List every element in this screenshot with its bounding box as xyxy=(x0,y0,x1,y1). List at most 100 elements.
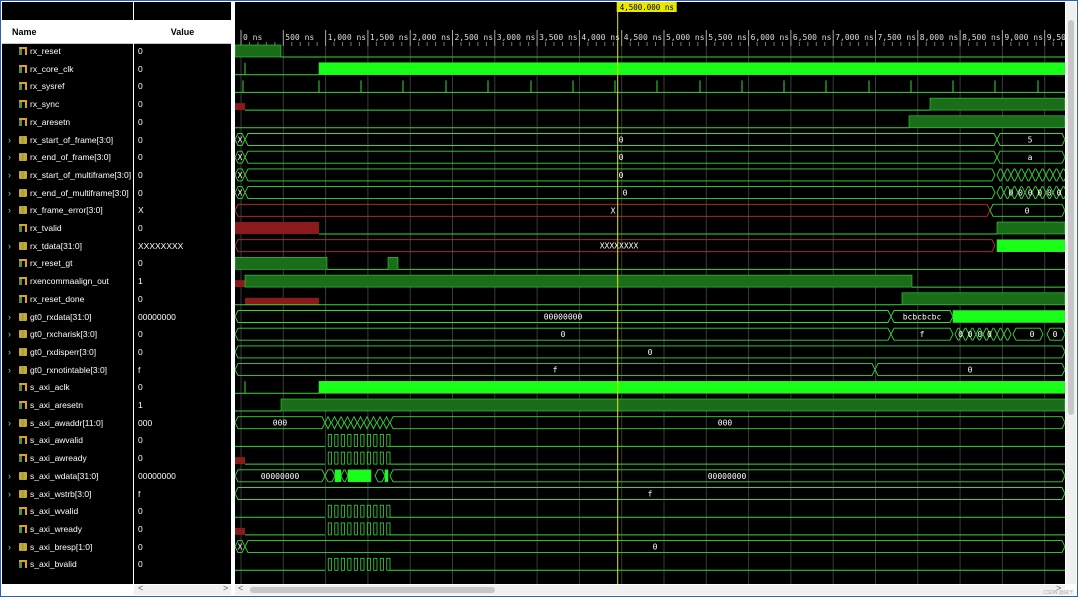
bus-signal-icon xyxy=(19,330,27,339)
expand-chevron-icon[interactable]: › xyxy=(8,415,11,432)
signal-row[interactable]: › gt0_rxdisperr[3:0] xyxy=(2,344,133,361)
bit-signal-icon xyxy=(19,383,27,392)
wave-segment xyxy=(235,257,328,270)
bus-value-label: X xyxy=(238,189,243,198)
signal-value: 0 xyxy=(138,523,143,534)
signal-row[interactable]: › s_axi_wdata[31:0] xyxy=(2,468,133,485)
signal-row[interactable]: s_axi_wvalid xyxy=(2,503,133,520)
signal-row[interactable]: rx_sysref xyxy=(2,78,133,95)
wave-segment xyxy=(350,415,358,430)
signal-row[interactable]: › rx_frame_error[3:0] xyxy=(2,202,133,219)
watermark: CSDN @威乐 xyxy=(1043,590,1074,596)
signal-row[interactable]: rx_reset_done xyxy=(2,291,133,308)
wave-segment xyxy=(235,103,245,111)
expand-chevron-icon[interactable]: › xyxy=(8,362,11,379)
expand-chevron-icon[interactable]: › xyxy=(8,326,11,343)
signal-row[interactable]: › rx_start_of_frame[3:0] xyxy=(2,132,133,149)
bus-signal-icon xyxy=(19,206,27,215)
wave-segment xyxy=(386,557,391,571)
signal-name: rx_tdata[31:0] xyxy=(30,240,82,251)
expand-chevron-icon[interactable]: › xyxy=(8,149,11,166)
signal-row[interactable]: rx_aresetn xyxy=(2,114,133,131)
bus-signal-icon xyxy=(19,347,27,356)
signal-row[interactable]: › s_axi_bresp[1:0] xyxy=(2,539,133,556)
wave-segment xyxy=(386,451,391,465)
signal-row[interactable]: rxencommaalign_out xyxy=(2,273,133,290)
signal-row[interactable]: › gt0_rxdata[31:0] xyxy=(2,309,133,326)
expand-chevron-icon[interactable]: › xyxy=(8,185,11,202)
ruler-label: 0 ns xyxy=(243,33,262,42)
expand-chevron-icon[interactable]: › xyxy=(8,468,11,485)
horizontal-scroll-thumb[interactable] xyxy=(250,587,495,593)
signal-row[interactable]: rx_sync xyxy=(2,96,133,113)
ruler-label: 9,500 xyxy=(1047,33,1065,42)
expand-chevron-icon[interactable]: › xyxy=(8,486,11,503)
bit-signal-icon xyxy=(19,454,27,463)
bus-signal-icon xyxy=(19,135,27,144)
signal-row[interactable]: › gt0_rxnotintable[3:0] xyxy=(2,362,133,379)
value-column-header[interactable]: Value xyxy=(134,20,231,44)
bus-signal-icon xyxy=(19,418,27,427)
expand-chevron-icon[interactable]: › xyxy=(8,132,11,149)
signal-value: 0 xyxy=(138,81,143,92)
waveform-area[interactable]: 0 ns 500 ns 1,000 ns 1,500 ns 2,000 ns 2,500 … xyxy=(235,2,1065,584)
expand-chevron-icon[interactable]: › xyxy=(8,344,11,361)
signal-value: 0 xyxy=(138,541,143,552)
wave-segment xyxy=(379,504,384,518)
expand-chevron-icon[interactable]: › xyxy=(8,238,11,255)
signal-value: X xyxy=(138,205,144,216)
signal-row[interactable]: › s_axi_awaddr[11:0] xyxy=(2,415,133,432)
wave-segment xyxy=(334,433,339,447)
bus-signal-icon xyxy=(19,153,27,162)
signal-row[interactable]: › rx_start_of_multiframe[3:0] xyxy=(2,167,133,184)
signal-row[interactable]: rx_reset xyxy=(2,43,133,60)
signal-value: 0 xyxy=(138,169,143,180)
wave-segment xyxy=(1017,168,1026,182)
wave-segment xyxy=(996,168,1005,182)
signal-row[interactable]: rx_reset_gt xyxy=(2,255,133,272)
signal-row[interactable]: › gt0_rxcharisk[3:0] xyxy=(2,326,133,343)
wave-segment xyxy=(235,457,245,465)
signal-value: 0 xyxy=(138,116,143,127)
value-hscrollbar[interactable] xyxy=(134,585,231,595)
wave-segment xyxy=(373,522,378,536)
signal-name: rx_end_of_frame[3:0] xyxy=(30,152,111,163)
name-column-header[interactable]: Name xyxy=(2,20,133,44)
signal-row[interactable]: s_axi_awvalid xyxy=(2,432,133,449)
signal-row[interactable]: s_axi_aclk xyxy=(2,379,133,396)
vertical-scroll-thumb[interactable] xyxy=(1068,20,1074,415)
expand-chevron-icon[interactable]: › xyxy=(8,539,11,556)
ruler-label: 8,000 ns xyxy=(920,33,959,42)
bus-value-label: f xyxy=(920,330,925,339)
expand-chevron-icon[interactable]: › xyxy=(8,309,11,326)
signal-row[interactable]: › s_axi_wstrb[3:0] xyxy=(2,486,133,503)
signal-row[interactable]: s_axi_bvalid xyxy=(2,556,133,573)
signal-row[interactable]: › rx_end_of_multiframe[3:0] xyxy=(2,185,133,202)
wave-segment xyxy=(340,433,345,447)
expand-chevron-icon[interactable]: › xyxy=(8,167,11,184)
bus-value-label: 00000000 xyxy=(708,472,747,481)
bus-value-label: f xyxy=(553,366,558,375)
signal-name: rx_reset_done xyxy=(30,293,85,304)
signal-row[interactable]: › rx_tdata[31:0] xyxy=(2,238,133,255)
wave-segment xyxy=(929,97,1065,111)
expand-chevron-icon[interactable]: › xyxy=(8,202,11,219)
signal-value: 0 xyxy=(138,346,143,357)
scroll-right-icon[interactable]: > xyxy=(223,583,228,593)
signal-row[interactable]: › rx_end_of_frame[3:0] xyxy=(2,149,133,166)
signal-row[interactable]: s_axi_wready xyxy=(2,521,133,538)
scroll-left-icon[interactable]: < xyxy=(138,583,143,593)
wave-segment xyxy=(334,451,339,465)
bit-signal-icon xyxy=(19,507,27,516)
signal-row[interactable]: s_axi_awready xyxy=(2,450,133,467)
wave-scroll-left-icon[interactable]: < xyxy=(238,583,243,593)
signal-value: 0 xyxy=(138,223,143,233)
signal-name: rx_start_of_multiframe[3:0] xyxy=(30,169,132,180)
bit-signal-icon xyxy=(19,560,27,569)
signal-row[interactable]: rx_core_clk xyxy=(2,61,133,78)
wave-segment xyxy=(330,415,339,430)
signal-row[interactable]: rx_tvalid xyxy=(2,220,133,237)
bus-value-label: 0 xyxy=(619,136,624,145)
signal-value: f xyxy=(138,364,141,375)
signal-row[interactable]: s_axi_aresetn xyxy=(2,397,133,414)
